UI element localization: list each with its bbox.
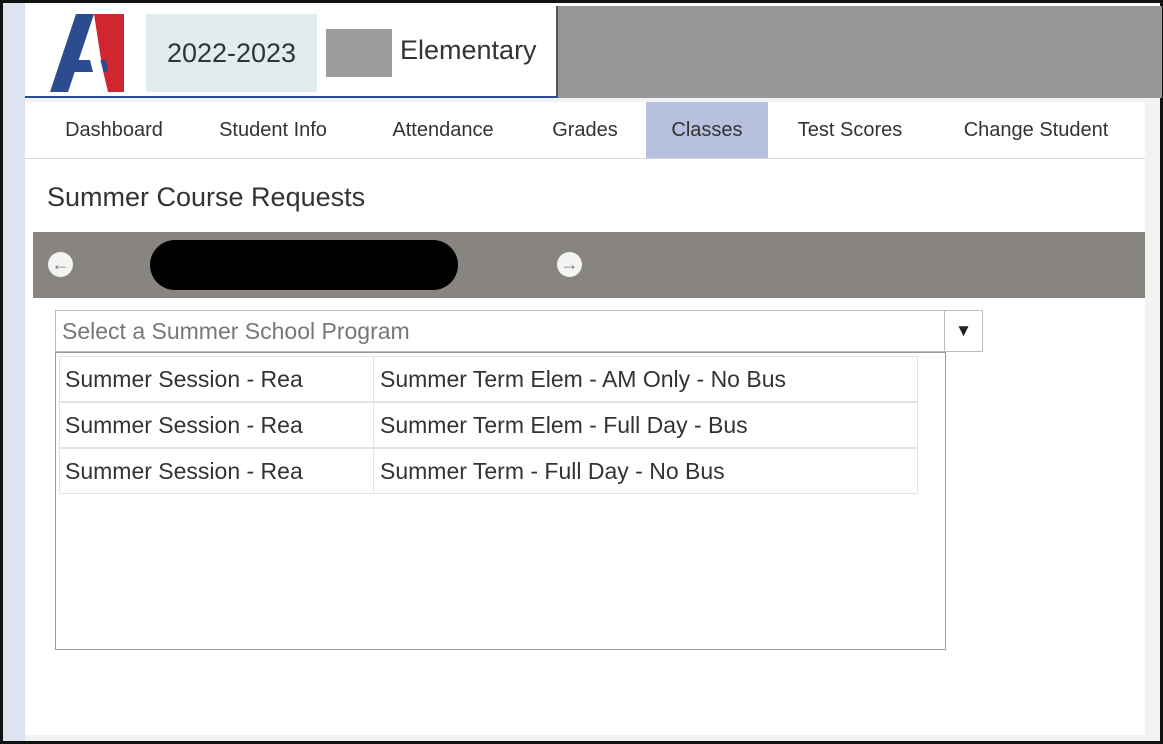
school-year-label: 2022-2023	[166, 37, 297, 68]
option-session: Summer Session - Rea	[59, 356, 374, 402]
nav-dashboard[interactable]: Dashboard	[35, 102, 193, 158]
nav-change-student[interactable]: Change Student	[943, 102, 1129, 158]
nav-label: Change Student	[963, 118, 1109, 141]
nav-label: Dashboard	[65, 118, 163, 141]
nav-student-info[interactable]: Student Info	[200, 102, 346, 158]
nav-test-scores[interactable]: Test Scores	[780, 102, 920, 158]
program-option[interactable]: Summer Session - Rea Summer Term - Full …	[59, 448, 918, 494]
school-year-selector[interactable]: 2022-2023	[146, 14, 317, 92]
nav-label: Grades	[552, 118, 618, 141]
arrow-right-circle-icon[interactable]: →	[557, 252, 582, 277]
nav-label: Attendance	[392, 118, 494, 141]
left-strip	[3, 3, 25, 741]
school-code-redacted	[326, 29, 392, 77]
summer-program-combobox	[55, 310, 983, 352]
program-option[interactable]: Summer Session - Rea Summer Term Elem - …	[59, 402, 918, 448]
redacted-student-name	[150, 240, 458, 290]
option-term: Summer Term Elem - AM Only - No Bus	[373, 356, 918, 402]
nav-attendance[interactable]: Attendance	[370, 102, 516, 158]
summer-program-input[interactable]	[56, 311, 948, 351]
nav-grades[interactable]: Grades	[535, 102, 635, 158]
option-term: Summer Term - Full Day - No Bus	[373, 448, 918, 494]
aeries-logo-icon[interactable]	[46, 14, 128, 92]
program-option[interactable]: Summer Session - Rea Summer Term Elem - …	[59, 356, 918, 402]
option-session: Summer Session - Rea	[59, 402, 374, 448]
nav-label: Student Info	[219, 118, 327, 141]
option-session: Summer Session - Rea	[59, 448, 374, 494]
arrow-left-circle-icon[interactable]: ←	[48, 252, 73, 277]
header-divider	[25, 96, 557, 98]
redacted-header-area	[556, 6, 1162, 98]
page-title: Summer Course Requests	[47, 182, 366, 212]
school-name: Elementary	[400, 35, 537, 65]
nav-label: Test Scores	[797, 118, 903, 141]
main-nav: Dashboard Student Info Attendance Grades…	[25, 102, 1145, 159]
nav-label: Classes	[671, 118, 743, 141]
option-term: Summer Term Elem - Full Day - Bus	[373, 402, 918, 448]
nav-classes[interactable]: Classes	[646, 102, 768, 158]
dropdown-caret-icon[interactable]: ▼	[944, 310, 982, 352]
